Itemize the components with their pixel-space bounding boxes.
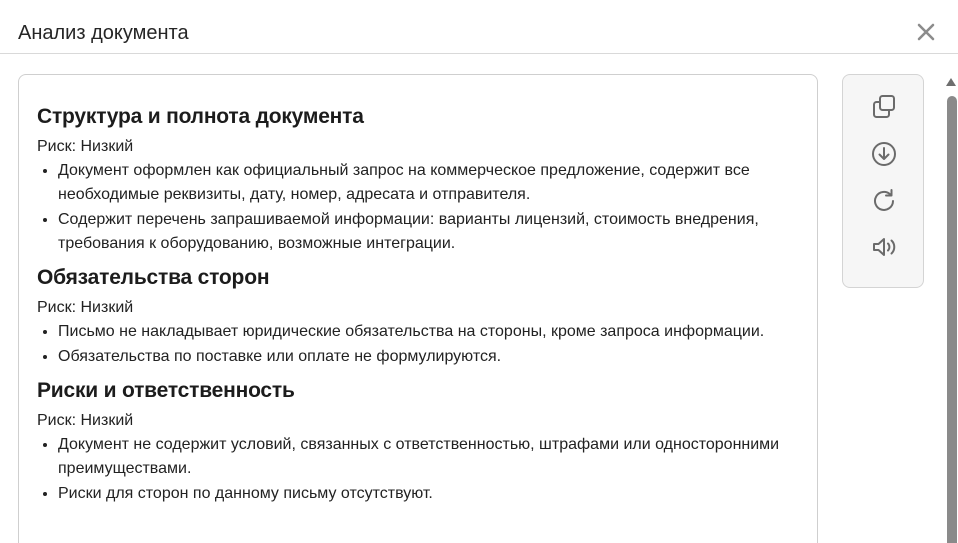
section-heading: Риски и ответственность xyxy=(37,379,295,402)
list-item: Риски для сторон по данному письму отсут… xyxy=(58,482,799,506)
close-button[interactable] xyxy=(912,18,940,46)
bullet-list: Документ оформлен как официальный запрос… xyxy=(37,159,799,256)
action-toolbar xyxy=(842,74,924,288)
list-item: Документ не содержит условий, связанных … xyxy=(58,433,799,481)
list-item: Документ оформлен как официальный запрос… xyxy=(58,159,799,207)
download-icon xyxy=(872,142,896,166)
dialog-title: Анализ документа xyxy=(18,22,189,44)
analysis-section: Структура и полнота документа Риск: Низк… xyxy=(37,103,799,256)
list-item: Письмо не накладывает юридические обязат… xyxy=(58,320,799,344)
dialog-header: Анализ документа xyxy=(0,0,958,54)
list-item: Содержит перечень запрашиваемой информац… xyxy=(58,208,799,256)
section-heading: Структура и полнота документа xyxy=(37,105,364,128)
regenerate-button[interactable] xyxy=(869,186,899,216)
section-heading: Обязательства сторон xyxy=(37,266,270,289)
analysis-section: Риски и ответственность Риск: Низкий Док… xyxy=(37,377,799,506)
document-analysis-dialog: Анализ документа Структура и полнота док… xyxy=(0,0,958,543)
scroll-up-arrow[interactable] xyxy=(944,78,958,92)
bullet-list: Письмо не накладывает юридические обязат… xyxy=(37,320,799,369)
download-button[interactable] xyxy=(869,139,899,169)
vertical-scrollbar[interactable] xyxy=(944,78,958,543)
copy-button[interactable] xyxy=(869,92,899,122)
scroll-thumb[interactable] xyxy=(947,96,957,543)
list-item: Обязательства по поставке или оплате не … xyxy=(58,345,799,369)
analysis-section: Обязательства сторон Риск: Низкий Письмо… xyxy=(37,264,799,369)
risk-level: Риск: Низкий xyxy=(37,299,134,316)
refresh-icon xyxy=(874,189,894,211)
bullet-list: Документ не содержит условий, связанных … xyxy=(37,433,799,506)
speaker-icon xyxy=(873,238,896,256)
read-aloud-button[interactable] xyxy=(869,232,899,262)
analysis-content: Структура и полнота документа Риск: Низк… xyxy=(18,74,818,543)
risk-level: Риск: Низкий xyxy=(37,138,134,155)
triangle-up-icon xyxy=(946,78,956,86)
close-icon xyxy=(917,23,935,41)
risk-level: Риск: Низкий xyxy=(37,412,134,429)
copy-icon xyxy=(873,95,895,118)
